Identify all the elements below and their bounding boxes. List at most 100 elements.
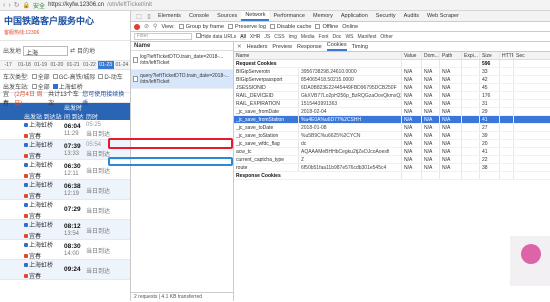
tab-elements[interactable]: Elements (154, 11, 185, 21)
checkbox[interactable] (31, 73, 37, 79)
cookie-row[interactable]: BIGipServerpassport 854065418.50215.0000 N… (234, 76, 550, 84)
train-row[interactable]: 上海虹桥 宜春 07:29 当日到达 (0, 200, 130, 220)
tab-console[interactable]: Console (185, 11, 213, 21)
tab-sources[interactable]: Sources (213, 11, 241, 21)
date-tab[interactable]: 01-20 (49, 61, 65, 69)
tab-memory[interactable]: Memory (309, 11, 337, 21)
swap-icon[interactable]: ⇄ (70, 47, 75, 54)
date-tab[interactable]: 01-19 (33, 61, 49, 69)
tab-audits[interactable]: Audits (400, 11, 423, 21)
filter-type-other[interactable]: Other (380, 34, 393, 40)
hide-data-urls[interactable]: Hide data URLs (196, 33, 236, 40)
group-by-frame[interactable]: Group by frame (178, 24, 224, 30)
cookie-row[interactable]: _jc_save_fromStation %u4E0A%u6D77%2CSHH N/… (234, 116, 550, 124)
cookie-col-sec[interactable]: Sec (513, 52, 531, 59)
cookie-row[interactable]: _jc_save_toStation %u5B9C%u6625%2CYCN N/A N… (234, 132, 550, 140)
detail-tab-preview[interactable]: Preview (272, 44, 292, 50)
cookie-row[interactable]: _jc_save_fromDate 2018-02-04 N/A N/A N/A 29 (234, 108, 550, 116)
filter-type-css[interactable]: CSS (274, 34, 284, 40)
train-row[interactable]: 上海虹桥 宜春 08:12 13:54 当日到达 (0, 220, 130, 240)
request-item[interactable]: log?leftTicketDTO.train_date=2018-... /o… (131, 51, 233, 70)
cookie-row[interactable]: JSESSIONID 6DA0B823E22445449FBD96795DCB25… (234, 84, 550, 92)
filter-type-all[interactable]: All (240, 33, 246, 40)
cookie-col-size[interactable]: Size (479, 52, 499, 59)
type-option[interactable]: 全部 (31, 72, 50, 81)
detail-tab-headers[interactable]: Headers (247, 44, 268, 50)
cache-checkbox[interactable] (269, 24, 275, 29)
from-input[interactable]: 上海 (23, 45, 69, 57)
tab-application[interactable]: Application (337, 11, 372, 21)
train-row[interactable]: 上海虹桥 宜春 08:30 14:00 当日到达 (0, 240, 130, 260)
date-tab[interactable]: 01-18 (16, 61, 32, 69)
cookie-row[interactable]: _jc_save_toDate 2018-01-08 N/A N/A N/A 27 (234, 124, 550, 132)
type-option[interactable]: GC-高铁/城际 (52, 72, 95, 81)
filter-type-media[interactable]: Media (301, 34, 315, 40)
filter-type-js[interactable]: JS (264, 34, 270, 40)
cookie-row[interactable]: route 6f50b51faa11b987e576cdb301e545c4 N/A… (234, 164, 550, 172)
cookie-size (461, 100, 479, 107)
close-icon[interactable]: ✕ (237, 44, 242, 50)
back-icon[interactable]: ‹ (3, 2, 5, 9)
cookie-row[interactable]: _jc_save_wfdc_flag dc N/A N/A N/A 20 (234, 140, 550, 148)
checkbox[interactable] (98, 73, 104, 79)
cookie-name: _jc_save_toStation %u5B9C%u6625%2CYCN (234, 132, 401, 139)
preserve-checkbox[interactable] (228, 24, 234, 29)
tab-network[interactable]: Network (241, 11, 270, 21)
device-icon[interactable]: ▯ (144, 11, 154, 21)
request-cookies-size: 596 (479, 60, 499, 67)
filter-type-img[interactable]: Img (289, 34, 297, 40)
date-tab[interactable]: 01-24 (114, 61, 130, 69)
url-path[interactable]: /otn/leftTicket/init (107, 2, 152, 8)
inspect-icon[interactable]: ⬚ (134, 11, 144, 21)
filter-input[interactable]: Filter (134, 33, 192, 40)
detail-tab-timing[interactable]: Timing (352, 44, 368, 50)
tab-web-scraper[interactable]: Web Scraper (423, 11, 463, 21)
cookie-col-expi[interactable]: Expi... (461, 52, 479, 59)
offline-toggle[interactable]: Offline (315, 24, 338, 30)
filter-type-ws[interactable]: WS (345, 34, 353, 40)
request-item[interactable]: query?leftTicketDTO.train_date=2018-... … (131, 70, 233, 89)
cookie-row[interactable]: acw_tc AQAAAMeBHHbCegku2tjZeDJcoAoesfi N/A… (234, 148, 550, 156)
group-checkbox[interactable] (178, 24, 184, 29)
filter-type-manifest[interactable]: Manifest (358, 34, 377, 40)
tab-security[interactable]: Security (372, 11, 400, 21)
checkbox[interactable] (52, 73, 58, 79)
tab-performance[interactable]: Performance (269, 11, 309, 21)
forward-icon[interactable]: › (8, 2, 10, 9)
watermark-logo (510, 236, 550, 286)
transfer-link[interactable]: 您可使用接续换乘 (82, 89, 127, 107)
type-option[interactable]: D-动车 (98, 72, 123, 81)
filter-type-xhr[interactable]: XHR (250, 34, 261, 40)
train-row[interactable]: 上海虹桥 宜春 06:38 12:19 当日到达 (0, 180, 130, 200)
cookie-col-value[interactable]: Value (401, 52, 421, 59)
date-tab[interactable]: -17 (0, 61, 16, 69)
date-tab[interactable]: 01-21 (65, 61, 81, 69)
train-row[interactable]: 上海虹桥 宜春 09:24 当日到达 (0, 260, 130, 280)
col-duration[interactable]: 历时 (86, 112, 130, 121)
cookie-row[interactable]: current_captcha_type Z N/A N/A N/A 22 (234, 156, 550, 164)
cookie-row[interactable]: RAIL_DEVICEID GkXVB77Lo2pH256p_BzRQGzaOov… (234, 92, 550, 100)
cookie-row[interactable]: BIGipServerotn 3956738298.24610.0000 N/A N/… (234, 68, 550, 76)
date-tab[interactable]: 01-23 (97, 61, 114, 69)
offline-checkbox[interactable] (315, 24, 321, 29)
filter-type-doc[interactable]: Doc (333, 34, 342, 40)
filter-icon[interactable]: ⚲ (153, 23, 157, 30)
throttle-select[interactable]: Online (342, 24, 358, 30)
cookie-col-dom[interactable]: Dom... (421, 52, 439, 59)
cookie-col-path[interactable]: Path (439, 52, 461, 59)
record-icon[interactable] (134, 23, 140, 30)
detail-tab-response[interactable]: Response (297, 44, 322, 50)
date-tab[interactable]: 01-22 (81, 61, 97, 69)
cookie-col-name[interactable]: Name (234, 52, 401, 59)
detail-tab-cookies[interactable]: Cookies (326, 42, 347, 51)
clear-icon[interactable]: ⊘ (144, 23, 149, 30)
train-row[interactable]: 上海虹桥 宜春 06:04 11:29 05:25 当日到达 (0, 120, 130, 140)
cookie-domain: N/A (401, 100, 421, 107)
disable-cache[interactable]: Disable cache (269, 24, 311, 30)
url-host[interactable]: https://kyfw.12306.cn (48, 2, 104, 8)
preserve-log[interactable]: Preserve log (228, 24, 266, 30)
cookie-row[interactable]: RAIL_EXPIRATION 1515443991363 N/A N/A N/A 31 (234, 100, 550, 108)
reload-icon[interactable]: ↻ (14, 1, 20, 9)
filter-type-font[interactable]: Font (319, 34, 329, 40)
cookie-col-http[interactable]: HTTP (499, 52, 513, 59)
